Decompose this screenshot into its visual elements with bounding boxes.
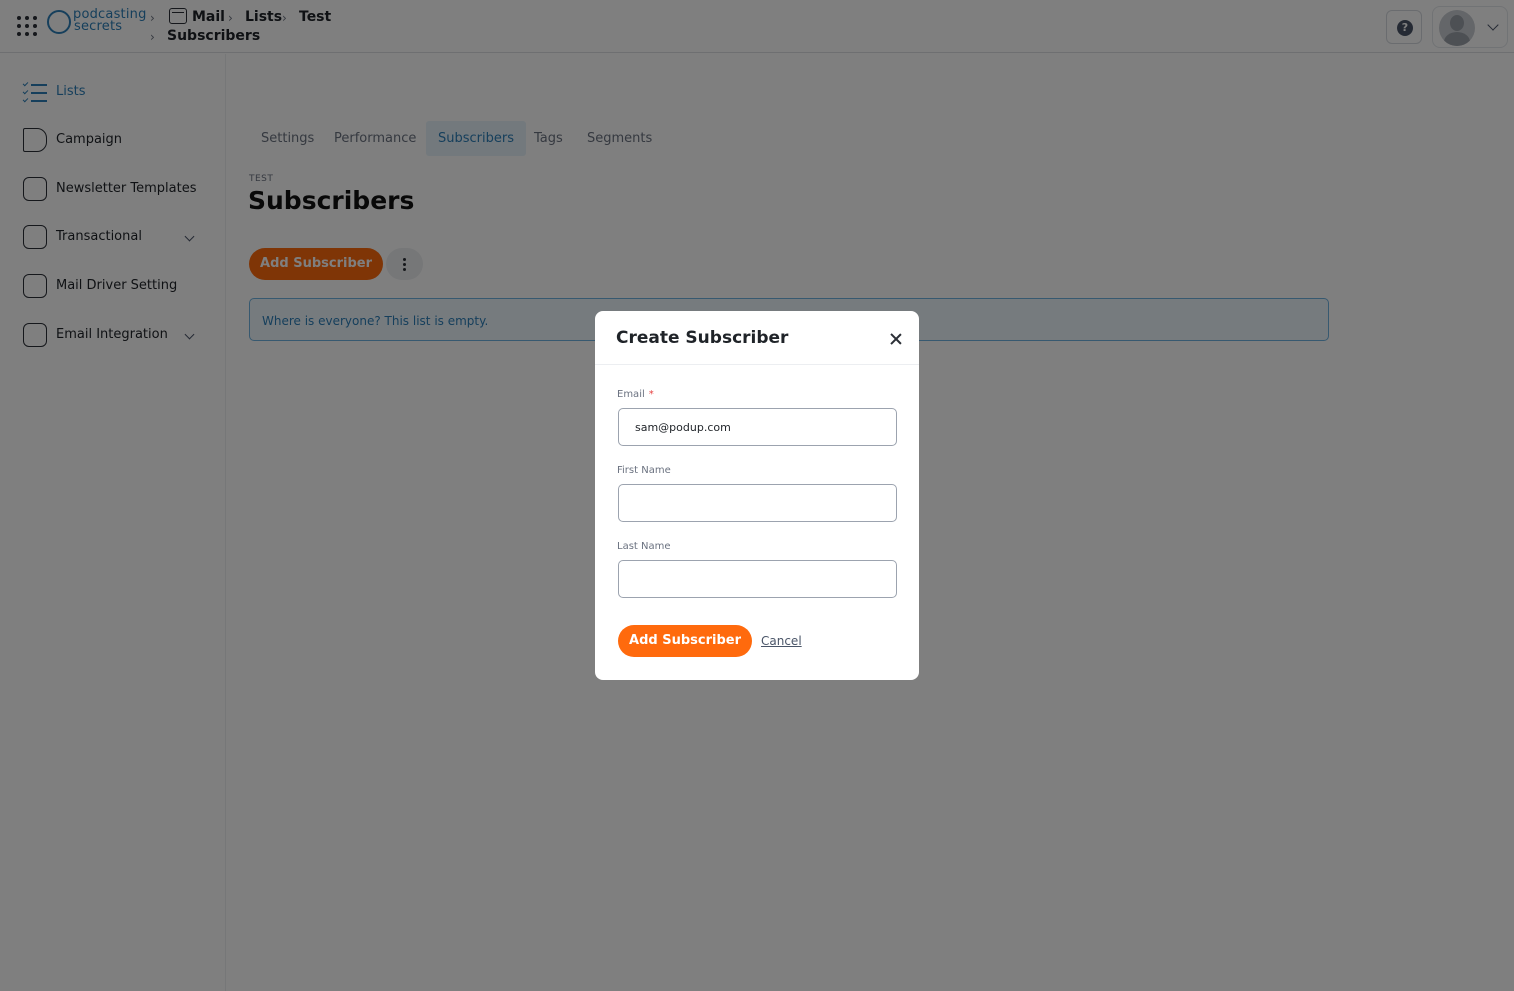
modal-header: Create Subscriber <box>595 311 919 365</box>
required-marker: * <box>648 389 654 400</box>
email-label-text: Email <box>617 389 645 400</box>
close-icon[interactable] <box>889 332 903 346</box>
last-name-label: Last Name <box>617 541 671 552</box>
last-name-field[interactable] <box>618 560 897 598</box>
modal-title: Create Subscriber <box>616 328 789 348</box>
email-label: Email * <box>617 389 654 400</box>
first-name-field[interactable] <box>618 484 897 522</box>
create-subscriber-modal: Create Subscriber Email* First Name Last… <box>595 311 919 680</box>
submit-add-subscriber-button[interactable]: Add Subscriber <box>618 625 752 657</box>
first-name-label: First Name <box>617 465 671 476</box>
email-field[interactable] <box>618 408 897 446</box>
cancel-link[interactable]: Cancel <box>761 634 802 648</box>
